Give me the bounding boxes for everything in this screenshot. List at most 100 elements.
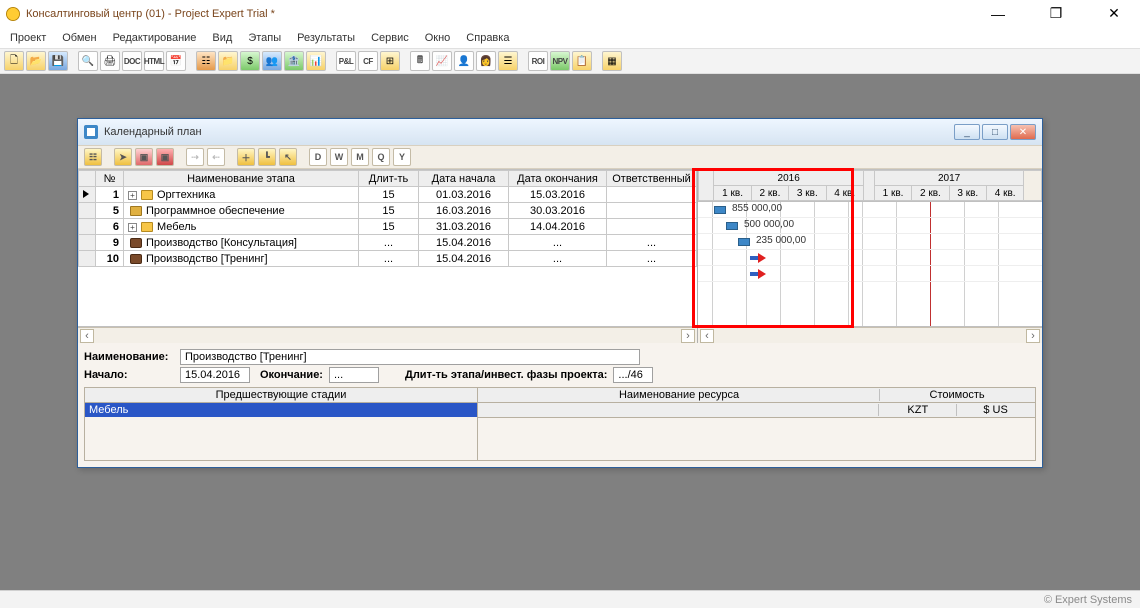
menu-edit[interactable]: Редактирование <box>107 30 203 46</box>
detail-start-label: Начало: <box>84 369 174 381</box>
minimize-button[interactable]: — <box>978 3 1018 25</box>
prev-stage-row[interactable]: Мебель <box>85 403 477 417</box>
detail-start-input[interactable]: 15.04.2016 <box>180 367 250 383</box>
tb-chart-icon[interactable]: 📊 <box>306 51 326 71</box>
tb-doc-icon[interactable]: DOC <box>122 51 142 71</box>
ctb-cal-icon[interactable]: ☷ <box>84 148 102 166</box>
tb-cal-icon[interactable]: 📅 <box>166 51 186 71</box>
expand-icon[interactable]: + <box>128 191 137 200</box>
tb-npv-icon[interactable]: NPV <box>550 51 570 71</box>
menu-window[interactable]: Окно <box>419 30 457 46</box>
tb-client-icon[interactable]: 👩 <box>476 51 496 71</box>
titlebar: Консалтинговый центр (01) - Project Expe… <box>0 0 1140 28</box>
folder-icon <box>141 222 153 232</box>
calendar-plan-window: Календарный план _ □ ✕ ☷ ➤ ▣ ▣ ⇢ ⇠ ＋ ┗ ↖… <box>77 118 1043 468</box>
table-row[interactable]: 10 Производство [Тренинг] ... 15.04.2016… <box>79 251 697 267</box>
detail-name-input[interactable]: Производство [Тренинг] <box>180 349 640 365</box>
detail-phase-input[interactable]: .../46 <box>613 367 653 383</box>
tb-users-icon[interactable]: 👥 <box>262 51 282 71</box>
tb-bank-icon[interactable]: 🏦 <box>284 51 304 71</box>
tb-new-icon[interactable]: 🗋 <box>4 51 24 71</box>
ctb-w-icon[interactable]: W <box>330 148 348 166</box>
tb-pl-icon[interactable]: P&L <box>336 51 356 71</box>
detail-end-label: Окончание: <box>260 369 323 381</box>
grid-hscroll[interactable]: ‹› <box>78 327 698 343</box>
tb-grid-icon[interactable]: ▦ <box>602 51 622 71</box>
gantt-bar[interactable] <box>726 222 738 230</box>
ctb-y-icon[interactable]: Y <box>393 148 411 166</box>
tb-preview-icon[interactable]: 🔍 <box>78 51 98 71</box>
menubar: Проект Обмен Редактирование Вид Этапы Ре… <box>0 28 1140 48</box>
table-row[interactable]: 1 +Оргтехника 15 01.03.2016 15.03.2016 <box>79 187 697 203</box>
ctb-link-icon[interactable]: ⇢ <box>186 148 204 166</box>
table-row[interactable]: 6 +Мебель 15 31.03.2016 14.04.2016 <box>79 219 697 235</box>
expand-icon[interactable]: + <box>128 223 137 232</box>
ctb-plus-icon[interactable]: ＋ <box>237 148 255 166</box>
ctb-m-icon[interactable]: M <box>351 148 369 166</box>
tb-folder-icon[interactable]: 📁 <box>218 51 238 71</box>
col-num: № <box>96 171 124 187</box>
scroll-right-icon: › <box>681 329 695 343</box>
tb-calc-icon[interactable]: 🖩 <box>410 51 430 71</box>
status-copyright: © Expert Systems <box>1044 594 1132 606</box>
child-minimize-button[interactable]: _ <box>954 124 980 140</box>
gantt-year-2017: 2017 <box>874 171 1024 186</box>
tb-clipboard-icon[interactable]: 📋 <box>572 51 592 71</box>
child-titlebar[interactable]: Календарный план _ □ ✕ <box>78 119 1042 145</box>
gantt-value: 855 000,00 <box>732 203 782 214</box>
menu-stages[interactable]: Этапы <box>242 30 287 46</box>
stage-grid[interactable]: № Наименование этапа Длит-ть Дата начала… <box>78 170 698 326</box>
ctb-gift1-icon[interactable]: ▣ <box>135 148 153 166</box>
tb-money-icon[interactable]: $ <box>240 51 260 71</box>
table-row[interactable]: 9 Производство [Консультация] ... 15.04.… <box>79 235 697 251</box>
tb-bal-icon[interactable]: ⊞ <box>380 51 400 71</box>
tb-open-icon[interactable]: 📂 <box>26 51 46 71</box>
tb-roi-icon[interactable]: ROI <box>528 51 548 71</box>
ctb-unlink-icon[interactable]: ⇠ <box>207 148 225 166</box>
tb-print-icon[interactable]: 🖨 <box>100 51 120 71</box>
menu-view[interactable]: Вид <box>206 30 238 46</box>
child-toolbar: ☷ ➤ ▣ ▣ ⇢ ⇠ ＋ ┗ ↖ D W M Q Y <box>78 145 1042 169</box>
child-maximize-button[interactable]: □ <box>982 124 1008 140</box>
resource-list[interactable] <box>478 418 1035 460</box>
ctb-q-icon[interactable]: Q <box>372 148 390 166</box>
menu-results[interactable]: Результаты <box>291 30 361 46</box>
detail-phase-label: Длит-ть этапа/инвест. фазы проекта: <box>405 369 607 381</box>
menu-exchange[interactable]: Обмен <box>56 30 102 46</box>
ctb-tree-icon[interactable]: ┗ <box>258 148 276 166</box>
menu-project[interactable]: Проект <box>4 30 52 46</box>
gantt-bar[interactable] <box>738 238 750 246</box>
menu-help[interactable]: Справка <box>460 30 515 46</box>
col-end: Дата окончания <box>509 171 607 187</box>
ctb-d-icon[interactable]: D <box>309 148 327 166</box>
prev-stages-list[interactable]: Мебель <box>85 403 477 445</box>
cost-col-kzt: KZT <box>878 404 956 416</box>
ctb-pointer-icon[interactable]: ↖ <box>279 148 297 166</box>
detail-end-input[interactable]: ... <box>329 367 379 383</box>
tb-table-icon[interactable]: ☰ <box>498 51 518 71</box>
window-title: Консалтинговый центр (01) - Project Expe… <box>26 8 275 20</box>
app-icon <box>6 7 20 21</box>
process-icon <box>130 254 142 264</box>
folder-icon <box>141 190 153 200</box>
tb-cf-icon[interactable]: CF <box>358 51 378 71</box>
tb-html-icon[interactable]: HTML <box>144 51 164 71</box>
gantt-chart[interactable]: 2016 2017 1 кв. 2 кв. 3 кв. 4 кв. 1 кв. … <box>698 170 1042 326</box>
ctb-gift2-icon[interactable]: ▣ <box>156 148 174 166</box>
gantt-arrow-icon <box>750 254 768 262</box>
ctb-add-stage-icon[interactable]: ➤ <box>114 148 132 166</box>
menu-service[interactable]: Сервис <box>365 30 415 46</box>
close-button[interactable]: ✕ <box>1094 3 1134 25</box>
gantt-hscroll[interactable]: ‹› <box>698 327 1042 343</box>
child-close-button[interactable]: ✕ <box>1010 124 1036 140</box>
tb-graph-icon[interactable]: 📈 <box>432 51 452 71</box>
tb-save-icon[interactable]: 💾 <box>48 51 68 71</box>
table-row[interactable]: 5 Программное обеспечение 15 16.03.2016 … <box>79 203 697 219</box>
row-selector-icon <box>83 190 89 198</box>
maximize-button[interactable]: ❐ <box>1036 3 1076 25</box>
gantt-bar[interactable] <box>714 206 726 214</box>
tb-consultant-icon[interactable]: 👤 <box>454 51 474 71</box>
tb-structure-icon[interactable]: ☷ <box>196 51 216 71</box>
gantt-value: 500 000,00 <box>744 219 794 230</box>
child-title: Календарный план <box>104 126 954 138</box>
